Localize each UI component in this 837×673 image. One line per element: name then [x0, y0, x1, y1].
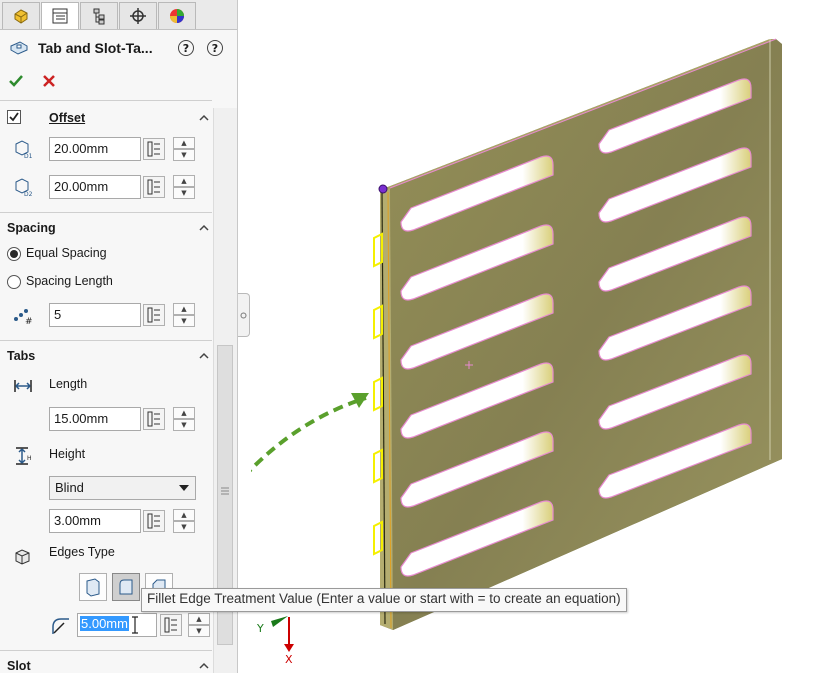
- tab-property-manager[interactable]: [41, 2, 79, 29]
- equation-icon: [147, 179, 160, 195]
- fillet-edge-icon: [119, 579, 133, 595]
- cancel-icon[interactable]: [42, 74, 56, 88]
- check-icon: [9, 112, 19, 122]
- spacing-section-title[interactable]: Spacing: [7, 221, 56, 235]
- accept-icon[interactable]: [8, 73, 24, 89]
- offset-d2-spinner[interactable]: ▲ ▼: [173, 175, 195, 199]
- tab-length-equation-button[interactable]: [143, 408, 165, 430]
- instance-count-icon: #: [14, 309, 33, 327]
- sharp-edge-button[interactable]: [79, 573, 107, 601]
- offset-d1-equation-button[interactable]: [143, 138, 165, 160]
- tab-height-label: Height: [49, 447, 86, 461]
- offset-d1-spinner[interactable]: ▲ ▼: [173, 137, 195, 161]
- tab-height-spinner[interactable]: ▲ ▼: [173, 509, 195, 533]
- offset-d2-input[interactable]: 20.00mm: [49, 175, 141, 199]
- fillet-value-input[interactable]: 5.00mm: [77, 613, 157, 637]
- edges-type-icon: [15, 549, 30, 565]
- help-button[interactable]: ?: [207, 40, 223, 56]
- equal-spacing-radio[interactable]: [7, 247, 21, 261]
- svg-text:#: #: [25, 317, 33, 327]
- tab-height-input[interactable]: 3.00mm: [49, 509, 141, 533]
- equation-icon: [147, 141, 160, 157]
- fillet-radius-icon: [52, 618, 69, 634]
- equation-icon: [147, 307, 160, 323]
- fillet-tooltip: Fillet Edge Treatment Value (Enter a val…: [141, 588, 627, 612]
- slot-section-title[interactable]: Slot: [7, 659, 31, 673]
- fillet-equation-button[interactable]: [160, 614, 182, 636]
- equation-icon: [164, 617, 177, 633]
- property-manager-icon: [52, 8, 68, 24]
- offset-d1-icon: D1: [15, 140, 33, 160]
- spacing-length-label: Spacing Length: [26, 274, 113, 288]
- feature-title: Tab and Slot-Ta...: [38, 40, 153, 56]
- triad-x-label: X: [285, 653, 293, 666]
- offset-d2-equation-button[interactable]: [143, 176, 165, 198]
- height-type-value: Blind: [55, 480, 84, 495]
- offset-section-title[interactable]: Offset: [49, 111, 85, 125]
- offset-d2-icon: D2: [15, 178, 33, 198]
- manager-tabs: [0, 0, 237, 30]
- chevron-up-icon[interactable]: [198, 660, 210, 672]
- part-icon: [14, 9, 28, 24]
- count-spinner[interactable]: ▲ ▼: [173, 303, 195, 327]
- appearance-icon: [170, 9, 184, 23]
- tabs-section-title[interactable]: Tabs: [7, 349, 35, 363]
- tab-slot-feature-icon: [10, 41, 28, 55]
- tab-feature-manager[interactable]: [2, 2, 40, 29]
- coordinate-triad: Y X: [256, 616, 294, 666]
- tab-configuration-manager[interactable]: [80, 2, 118, 29]
- handle-dot-icon: [240, 312, 247, 319]
- instance-count-input[interactable]: 5: [49, 303, 141, 327]
- tab-display-manager[interactable]: [158, 2, 196, 29]
- configuration-icon: [93, 8, 105, 25]
- sharp-edge-icon: [86, 578, 100, 597]
- fillet-edge-button[interactable]: [112, 573, 140, 601]
- dropdown-arrow-icon: [179, 485, 189, 491]
- graphics-viewport[interactable]: Y X: [251, 0, 837, 673]
- fillet-value-selection: 5.00mm: [80, 616, 129, 631]
- tab-height-equation-button[interactable]: [143, 510, 165, 532]
- svg-text:D1: D1: [24, 153, 33, 160]
- height-type-select[interactable]: Blind: [49, 476, 196, 500]
- text-cursor-icon: [132, 616, 138, 634]
- target-icon: [130, 8, 146, 24]
- offset-checkbox[interactable]: [7, 110, 21, 124]
- tab-length-spinner[interactable]: ▲ ▼: [173, 407, 195, 431]
- property-manager-panel: Tab and Slot-Ta... ? ? Offset D1 20.00mm…: [0, 0, 238, 673]
- equation-icon: [147, 411, 160, 427]
- chevron-up-icon[interactable]: [198, 112, 210, 124]
- equation-icon: [147, 513, 160, 529]
- tab-length-input[interactable]: 15.00mm: [49, 407, 141, 431]
- offset-d1-input[interactable]: 20.00mm: [49, 137, 141, 161]
- tab-height-icon: H: [16, 447, 32, 465]
- whats-wrong-help-button[interactable]: ?: [178, 40, 194, 56]
- edges-type-label: Edges Type: [49, 545, 115, 559]
- tab-length-label: Length: [49, 377, 88, 391]
- tab-dimxpert[interactable]: [119, 2, 157, 29]
- svg-text:D2: D2: [24, 191, 33, 198]
- property-manager-header: Tab and Slot-Ta... ? ?: [8, 38, 233, 60]
- equal-spacing-label: Equal Spacing: [26, 246, 107, 260]
- chevron-up-icon[interactable]: [198, 222, 210, 234]
- tab-length-icon: [14, 380, 32, 392]
- chevron-up-icon[interactable]: [198, 350, 210, 362]
- fillet-spinner[interactable]: ▲ ▼: [188, 613, 210, 637]
- grip-icon: [221, 487, 229, 495]
- count-equation-button[interactable]: [143, 304, 165, 326]
- vertex-marker: [378, 184, 388, 194]
- spacing-length-radio[interactable]: [7, 275, 21, 289]
- panel-collapse-handle[interactable]: [238, 293, 250, 337]
- svg-text:H: H: [27, 455, 32, 462]
- triad-y-label: Y: [256, 622, 264, 635]
